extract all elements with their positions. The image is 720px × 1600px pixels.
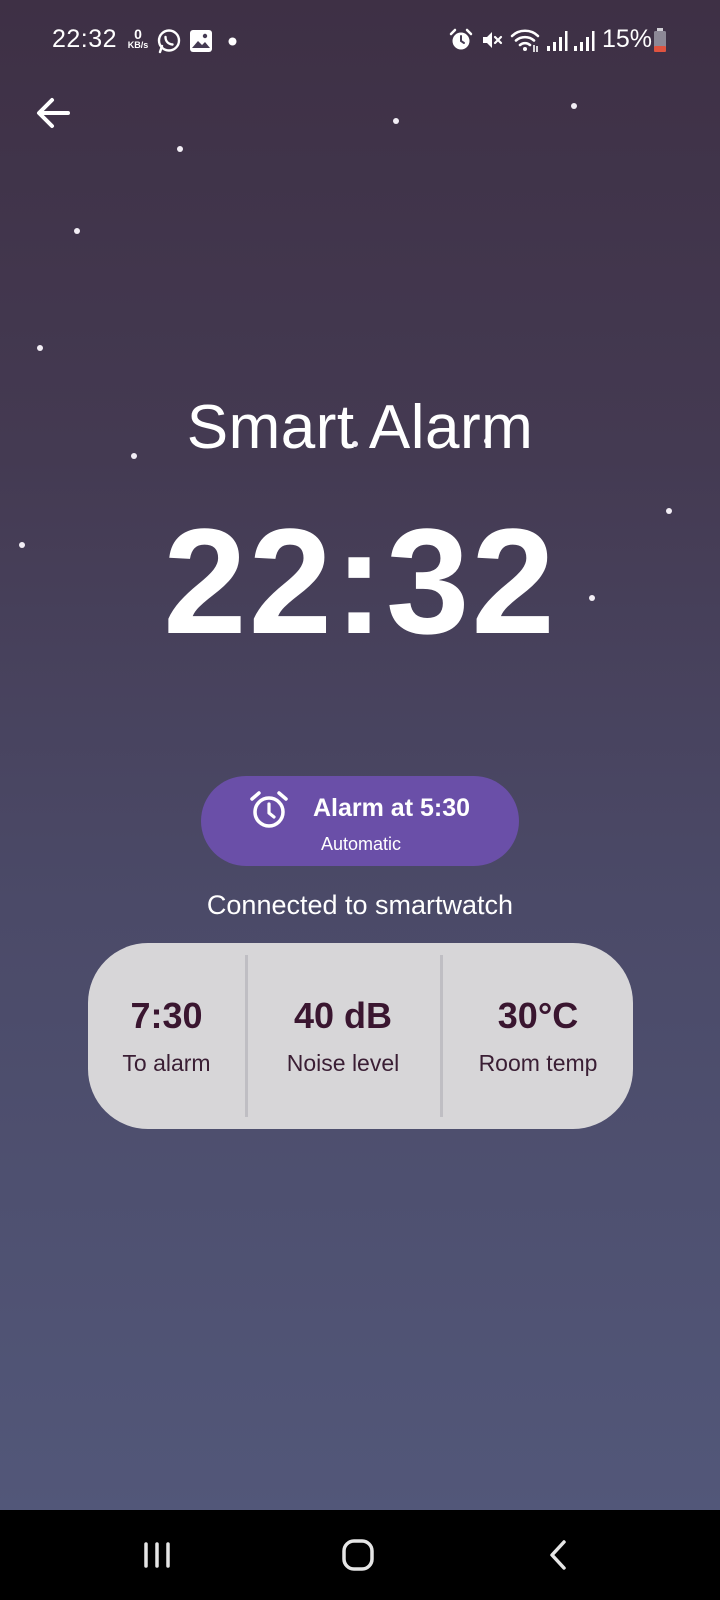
stat-value: 30°C <box>497 995 579 1036</box>
whatsapp-icon <box>157 29 181 54</box>
system-navigation-bar <box>0 1510 720 1600</box>
home-icon[interactable] <box>335 1532 381 1578</box>
stat-room-temp: 30°C Room temp <box>443 943 633 1129</box>
wifi-icon <box>510 29 540 52</box>
alarm-mode-label: Automatic <box>320 834 402 854</box>
current-time-display: 22:32 <box>163 497 557 665</box>
page-title: Smart Alarm <box>186 393 534 462</box>
network-speed: 0 KB/s <box>125 27 151 50</box>
dot-icon <box>228 37 237 46</box>
status-time: 22:32 <box>52 25 118 53</box>
stat-noise-level: 40 dB Noise level <box>248 943 438 1129</box>
back-icon[interactable] <box>537 1532 583 1578</box>
stat-label: Noise level <box>286 1050 400 1076</box>
stat-label: Room temp <box>478 1050 598 1076</box>
network-speed-unit: KB/s <box>127 40 149 50</box>
battery-icon <box>654 28 666 52</box>
screen: 22:32 0 KB/s 15% Smart Alarm 22:32 Alarm… <box>0 0 720 1510</box>
mute-icon <box>483 32 503 48</box>
stat-label: To alarm <box>122 1050 211 1076</box>
star-decoration <box>74 228 80 234</box>
stat-value: 7:30 <box>130 995 203 1036</box>
signal-icon <box>574 31 595 51</box>
alarm-icon <box>449 28 473 50</box>
stats-card: 7:30 To alarm 40 dB Noise level 30°C Roo… <box>88 943 633 1129</box>
connection-status: Connected to smartwatch <box>206 890 514 920</box>
network-speed-value: 0 <box>134 26 142 42</box>
star-decoration <box>177 146 183 152</box>
stat-to-alarm: 7:30 To alarm <box>88 943 245 1129</box>
star-decoration <box>393 118 399 124</box>
recents-icon[interactable] <box>134 1532 180 1578</box>
back-button[interactable] <box>30 90 76 136</box>
stat-value: 40 dB <box>293 995 393 1036</box>
gallery-icon <box>190 30 212 52</box>
alarm-clock-icon <box>250 791 288 828</box>
status-bar: 22:32 0 KB/s 15% <box>0 0 720 82</box>
alarm-button[interactable]: Alarm at 5:30 Automatic <box>201 776 519 866</box>
star-decoration <box>37 345 43 351</box>
battery-percent: 15% <box>602 25 653 53</box>
signal-icon <box>547 31 568 51</box>
alarm-time-label: Alarm at 5:30 <box>313 794 471 822</box>
star-decoration <box>571 103 577 109</box>
